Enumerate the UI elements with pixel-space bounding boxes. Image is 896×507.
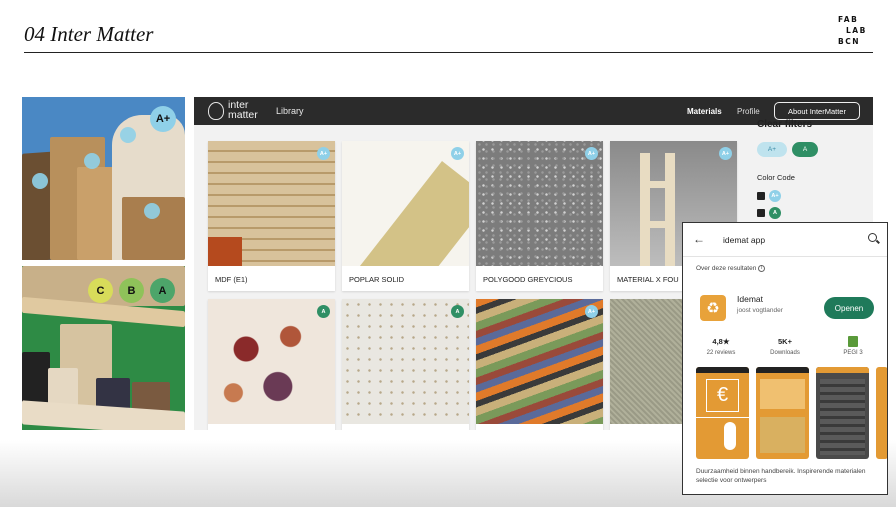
material-grade-badge: A [451, 305, 464, 318]
color-code-heading: Color Code [757, 173, 795, 182]
grade-badge-b: B [119, 278, 144, 303]
pegi-icon [848, 336, 858, 347]
app-title[interactable]: Idemat [737, 294, 763, 304]
material-grade-badge: A+ [451, 147, 464, 160]
nav-library[interactable]: Library [276, 106, 304, 116]
downloads-label: Downloads [770, 350, 800, 356]
material-name: MATERIAL X FOU [617, 275, 679, 284]
material-image [342, 299, 469, 424]
material-image [476, 299, 603, 424]
grade-badge-a-plus: A+ [150, 106, 176, 132]
material-grade-badge: A+ [719, 147, 732, 160]
material-name: POLYGOOD GREYCIOUS [483, 275, 573, 284]
reviews-label: 22 reviews [706, 350, 736, 356]
nav-materials[interactable]: Materials [687, 107, 722, 116]
material-card-fabric[interactable]: A [208, 299, 335, 430]
checkbox-a-plus[interactable] [757, 192, 765, 200]
material-image [476, 141, 603, 266]
search-query[interactable]: idemat app [723, 235, 765, 245]
nav-profile[interactable]: Profile [737, 107, 760, 116]
logo-line-1: FAB [838, 15, 859, 24]
material-card-poplar[interactable]: A+ POPLAR SOLID [342, 141, 469, 291]
app-screenshot-1[interactable]: € [696, 367, 749, 459]
material-card-speckled[interactable]: A [342, 299, 469, 430]
material-card-polygood[interactable]: A+ POLYGOOD GREYCIOUS [476, 141, 603, 291]
fablab-logo: FAB LAB BCN [838, 14, 872, 47]
color-badge-a: A [769, 207, 781, 219]
material-name: POPLAR SOLID [349, 275, 405, 284]
about-intermatter-button[interactable]: About InterMatter [774, 102, 860, 120]
material-grade-badge: A+ [317, 147, 330, 160]
app-screenshot-3[interactable] [816, 367, 869, 459]
filter-pill-a-plus[interactable]: A+ [757, 142, 787, 157]
material-card-stripes[interactable]: A+ [476, 299, 603, 430]
search-bar[interactable]: ← idemat app [683, 223, 887, 257]
checkbox-a[interactable] [757, 209, 765, 217]
rating-value: 4,8★ [712, 337, 730, 346]
info-icon: i [758, 265, 766, 272]
pegi-label: PEGI 3 [843, 350, 863, 356]
material-card-mdf[interactable]: A+ MDF (E1) [208, 141, 335, 291]
clear-filters-link[interactable]: Clear filters [757, 119, 812, 130]
app-developer[interactable]: joost vogtlander [737, 307, 783, 314]
open-button[interactable]: Openen [824, 297, 874, 319]
search-icon[interactable] [868, 233, 877, 242]
material-grade-badge: A+ [585, 147, 598, 160]
title-divider [24, 52, 873, 53]
back-arrow-icon[interactable]: ← [693, 232, 705, 246]
material-grade-badge: A+ [585, 305, 598, 318]
material-image [208, 141, 335, 266]
app-logo[interactable]: inter matter [228, 100, 258, 121]
slide-title: 04 Inter Matter [24, 22, 154, 46]
about-results[interactable]: Over deze resultaten i [696, 265, 766, 273]
about-results-text: Over deze resultaten [696, 265, 757, 273]
downloads-value: 5K+ [778, 337, 792, 346]
material-image [208, 299, 335, 424]
material-image [342, 141, 469, 266]
logo-word-matter: matter [228, 109, 258, 121]
footprint-icon [724, 422, 736, 450]
color-badge-a-plus: A+ [769, 190, 781, 202]
logo-line-3: BCN [838, 37, 860, 46]
lightbulb-icon [208, 102, 224, 120]
grade-badge-c: C [88, 278, 113, 303]
shelf-samples-photo: C B A [22, 266, 185, 430]
app-screenshot-2[interactable] [756, 367, 809, 459]
material-name: MDF (E1) [215, 275, 248, 284]
recycle-icon: ♻ [700, 295, 726, 321]
app-description: Duurzaamheid binnen handbereik. Inspirer… [696, 468, 866, 484]
wood-samples-photo: A+ [22, 97, 185, 260]
play-store-screenshot: ← idemat app Over deze resultaten i ♻ Ide… [682, 222, 888, 495]
material-grade-badge: A [317, 305, 330, 318]
filter-pill-a[interactable]: A [792, 142, 818, 157]
app-screenshot-4[interactable] [876, 367, 887, 459]
logo-line-2: LAB [846, 26, 867, 35]
euro-icon: € [706, 379, 739, 412]
grade-badge-a: A [150, 278, 175, 303]
